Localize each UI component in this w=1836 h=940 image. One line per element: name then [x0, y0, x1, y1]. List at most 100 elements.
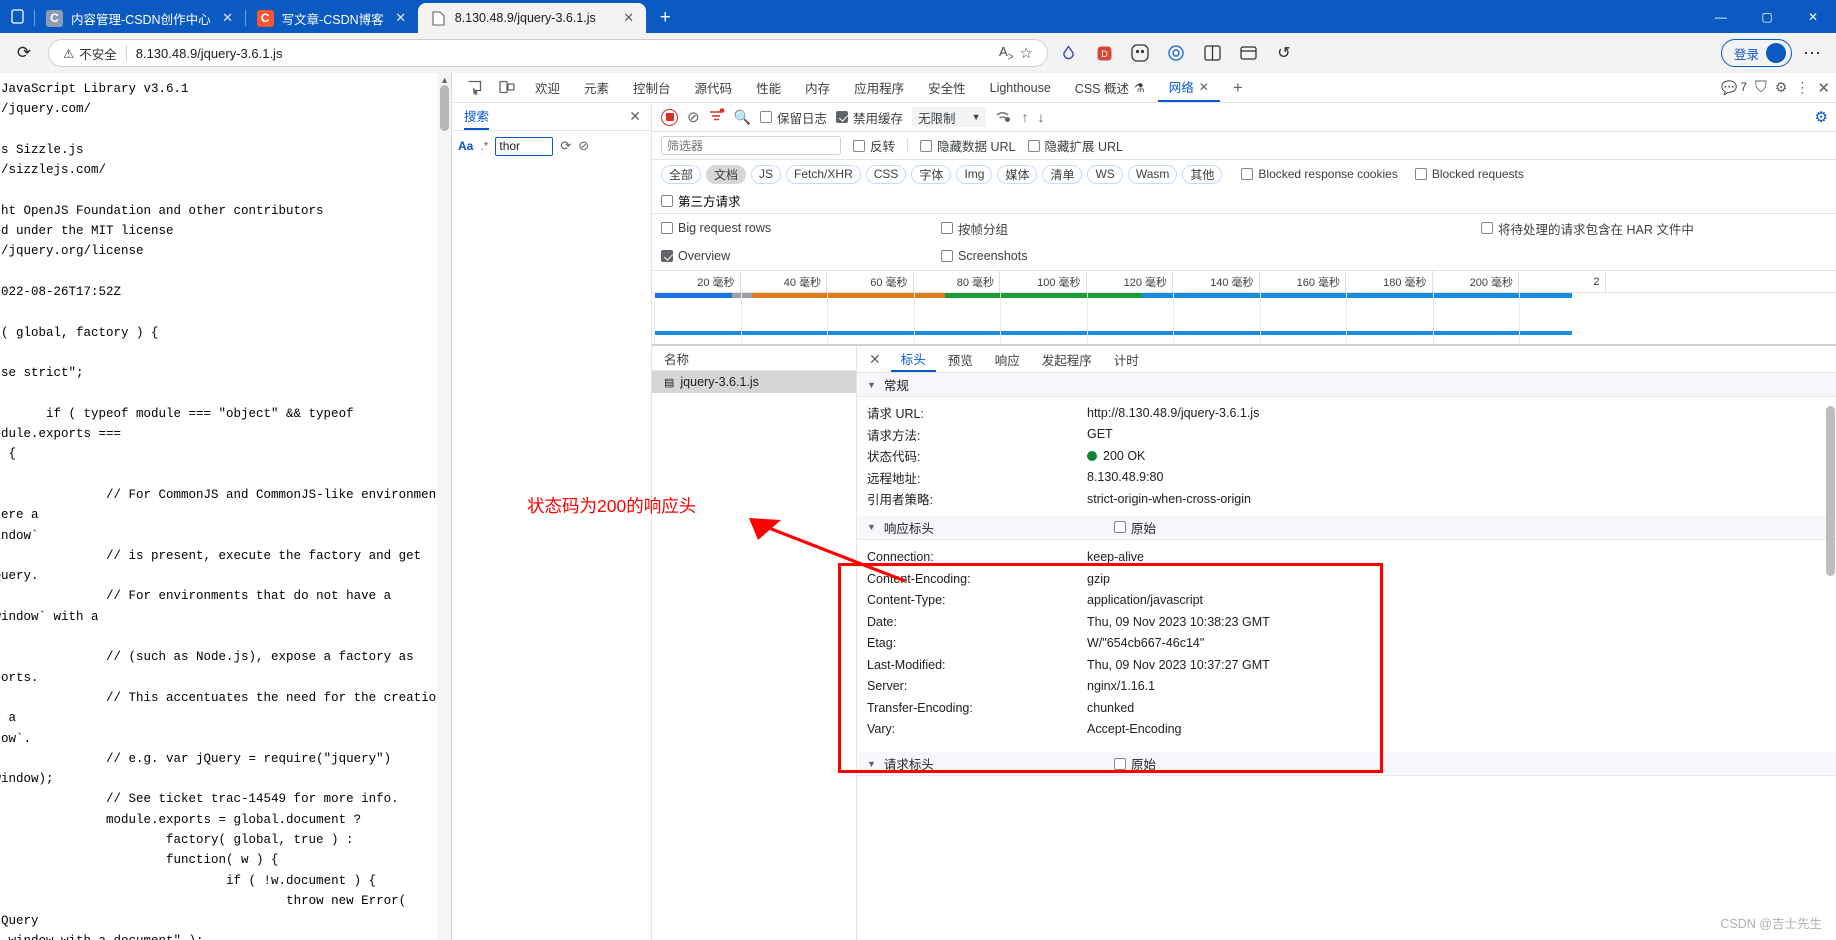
devtools-tab-console[interactable]: 控制台 [622, 74, 682, 102]
big-request-rows-checkbox[interactable]: Big request rows [661, 221, 941, 235]
devtools-settings-gear-icon[interactable]: ⚙ [1775, 79, 1788, 96]
disable-cache-checkbox[interactable]: 禁用缓存 [836, 108, 903, 127]
timeline-bars[interactable] [652, 293, 1836, 345]
type-chip-fetch-xhr[interactable]: Fetch/XHR [786, 164, 861, 184]
devtools-tab-css-overview[interactable]: CSS 概述 ⚗ [1064, 74, 1156, 102]
type-chip-font[interactable]: 字体 [911, 164, 952, 184]
scroll-up-arrow[interactable]: ▲ [440, 75, 449, 85]
devtools-tab-application[interactable]: 应用程序 [843, 74, 915, 102]
har-pending-checkbox[interactable]: 将待处理的请求包含在 HAR 文件中 [1481, 219, 1694, 238]
close-icon[interactable]: ✕ [1199, 80, 1209, 94]
signin-button[interactable]: 登录 [1720, 39, 1792, 67]
clear-requests-icon[interactable]: ⊘ [687, 108, 700, 126]
page-scrollbar[interactable]: ▲ [437, 73, 451, 940]
page-scroll-thumb[interactable] [440, 85, 449, 131]
match-case-icon[interactable]: Aa [458, 139, 473, 153]
type-chip-wasm[interactable]: Wasm [1127, 164, 1178, 184]
general-section-header[interactable]: ▼ 常规 [857, 373, 1836, 397]
filter-input[interactable] [661, 136, 841, 155]
drop-icon[interactable] [1052, 38, 1084, 68]
devtools-tab-welcome[interactable]: 欢迎 [524, 74, 571, 102]
reload-icon[interactable]: ⟳ [8, 38, 40, 68]
history-icon[interactable]: ↺ [1268, 38, 1300, 68]
type-chip-doc[interactable]: 文档 [706, 164, 747, 184]
browser-tab-2[interactable]: 8.130.48.9/jquery-3.6.1.js ✕ [417, 3, 646, 33]
detail-tab-headers[interactable]: 标头 [890, 346, 936, 372]
security-indicator[interactable]: ⚠ 不安全 [63, 44, 117, 63]
close-detail-icon[interactable]: ✕ [867, 351, 889, 368]
devtools-account-icon[interactable]: ⛉ [1755, 79, 1767, 97]
devtools-tab-elements[interactable]: 元素 [573, 74, 620, 102]
hide-extension-url-checkbox[interactable]: 隐藏扩展 URL [1027, 136, 1123, 155]
overview-checkbox[interactable]: Overview [661, 249, 941, 263]
search-pane-title[interactable]: 搜索 [464, 103, 490, 130]
devtools-more-menu-icon[interactable]: ⋮ [1795, 79, 1809, 96]
group-by-frame-checkbox[interactable]: 按帧分组 [941, 219, 1481, 238]
favorite-star-icon[interactable]: ☆ [1020, 44, 1033, 62]
preserve-log-checkbox[interactable]: 保留日志 [760, 108, 827, 127]
device-toolbar-icon[interactable] [492, 75, 522, 101]
browser-tab-1[interactable]: C 写文章-CSDN博客 ✕ [244, 3, 418, 33]
type-chip-manifest[interactable]: 清单 [1042, 164, 1083, 184]
record-button-icon[interactable] [661, 108, 678, 126]
devtools-tab-performance[interactable]: 性能 [745, 74, 792, 102]
type-chip-ws[interactable]: WS [1087, 164, 1123, 184]
tab-close-icon[interactable]: ✕ [620, 10, 638, 26]
type-chip-js[interactable]: JS [751, 164, 782, 184]
tab-search-icon[interactable] [0, 0, 34, 33]
tab-close-icon[interactable]: ✕ [392, 10, 410, 26]
regex-icon[interactable]: .* [480, 139, 488, 153]
issues-badge[interactable]: 💬 7 [1721, 80, 1747, 96]
devtools-tab-memory[interactable]: 内存 [794, 74, 841, 102]
split-screen-icon[interactable] [1196, 38, 1228, 68]
hide-data-url-checkbox[interactable]: 隐藏数据 URL [920, 136, 1016, 155]
screenshots-checkbox[interactable]: Screenshots [941, 249, 1481, 263]
add-panel-button[interactable]: + [1222, 74, 1254, 102]
devtools-tab-network[interactable]: 网络 ✕ [1157, 74, 1220, 102]
search-input[interactable] [495, 136, 554, 156]
response-headers-section-header[interactable]: ▼ 响应标头 原始 [857, 515, 1836, 540]
invert-checkbox[interactable]: 反转 [853, 136, 895, 155]
browser-tab-0[interactable]: C 内容管理-CSDN创作中心 ✕ [34, 3, 245, 33]
close-icon[interactable]: ✕ [629, 108, 641, 125]
address-bar[interactable]: ⚠ 不安全 8.130.48.9/jquery-3.6.1.js Aᐳ ☆ [48, 39, 1048, 67]
request-headers-section-header[interactable]: ▼ 请求标头 原始 [857, 752, 1836, 776]
detail-scrollbar-thumb[interactable] [1826, 406, 1835, 576]
detail-tab-response[interactable]: 响应 [985, 346, 1030, 372]
refresh-icon[interactable]: ⟳ [560, 138, 571, 154]
new-tab-button[interactable]: + [646, 7, 685, 33]
close-window-button[interactable]: ✕ [1790, 0, 1836, 33]
read-aloud-icon[interactable]: Aᐳ [999, 44, 1014, 62]
shopping-icon[interactable]: D [1088, 38, 1120, 68]
type-chip-css[interactable]: CSS [865, 164, 907, 184]
network-conditions-icon[interactable] [995, 109, 1012, 126]
network-settings-gear-icon[interactable]: ⚙ [1815, 108, 1828, 126]
extension-blob-icon[interactable] [1124, 38, 1156, 68]
third-party-checkbox[interactable]: 第三方请求 [661, 191, 741, 210]
throttle-select[interactable]: 无限制 ▼ [912, 107, 987, 127]
inspect-element-icon[interactable] [460, 75, 490, 101]
detail-tab-initiator[interactable]: 发起程序 [1032, 346, 1102, 372]
devtools-close-icon[interactable]: ✕ [1817, 79, 1830, 97]
detail-tab-timing[interactable]: 计时 [1104, 346, 1149, 372]
type-chip-media[interactable]: 媒体 [997, 164, 1038, 184]
devtools-tab-security[interactable]: 安全性 [917, 74, 977, 102]
request-row-jquery[interactable]: ▤ jquery-3.6.1.js [652, 371, 856, 393]
minimize-button[interactable]: — [1698, 0, 1744, 33]
raw-request-headers-checkbox[interactable]: 原始 [1113, 754, 1156, 773]
import-har-icon[interactable]: ↑ [1021, 109, 1028, 125]
collections-icon[interactable] [1232, 38, 1264, 68]
detail-tab-preview[interactable]: 预览 [938, 346, 983, 372]
search-icon[interactable]: 🔍 [734, 109, 751, 126]
devtools-tab-lighthouse[interactable]: Lighthouse [979, 74, 1062, 102]
blocked-response-cookies-checkbox[interactable]: Blocked response cookies [1241, 167, 1398, 181]
type-chip-other[interactable]: 其他 [1182, 164, 1223, 184]
blocked-requests-checkbox[interactable]: Blocked requests [1414, 167, 1524, 181]
devtools-tab-sources[interactable]: 源代码 [684, 74, 744, 102]
filter-toggle-icon[interactable] [709, 108, 725, 126]
tab-close-icon[interactable]: ✕ [219, 10, 237, 26]
copilot-icon[interactable] [1160, 38, 1192, 68]
export-har-icon[interactable]: ↓ [1037, 109, 1044, 125]
type-chip-img[interactable]: Img [956, 164, 993, 184]
browser-more-menu[interactable]: ⋯ [1796, 38, 1828, 68]
